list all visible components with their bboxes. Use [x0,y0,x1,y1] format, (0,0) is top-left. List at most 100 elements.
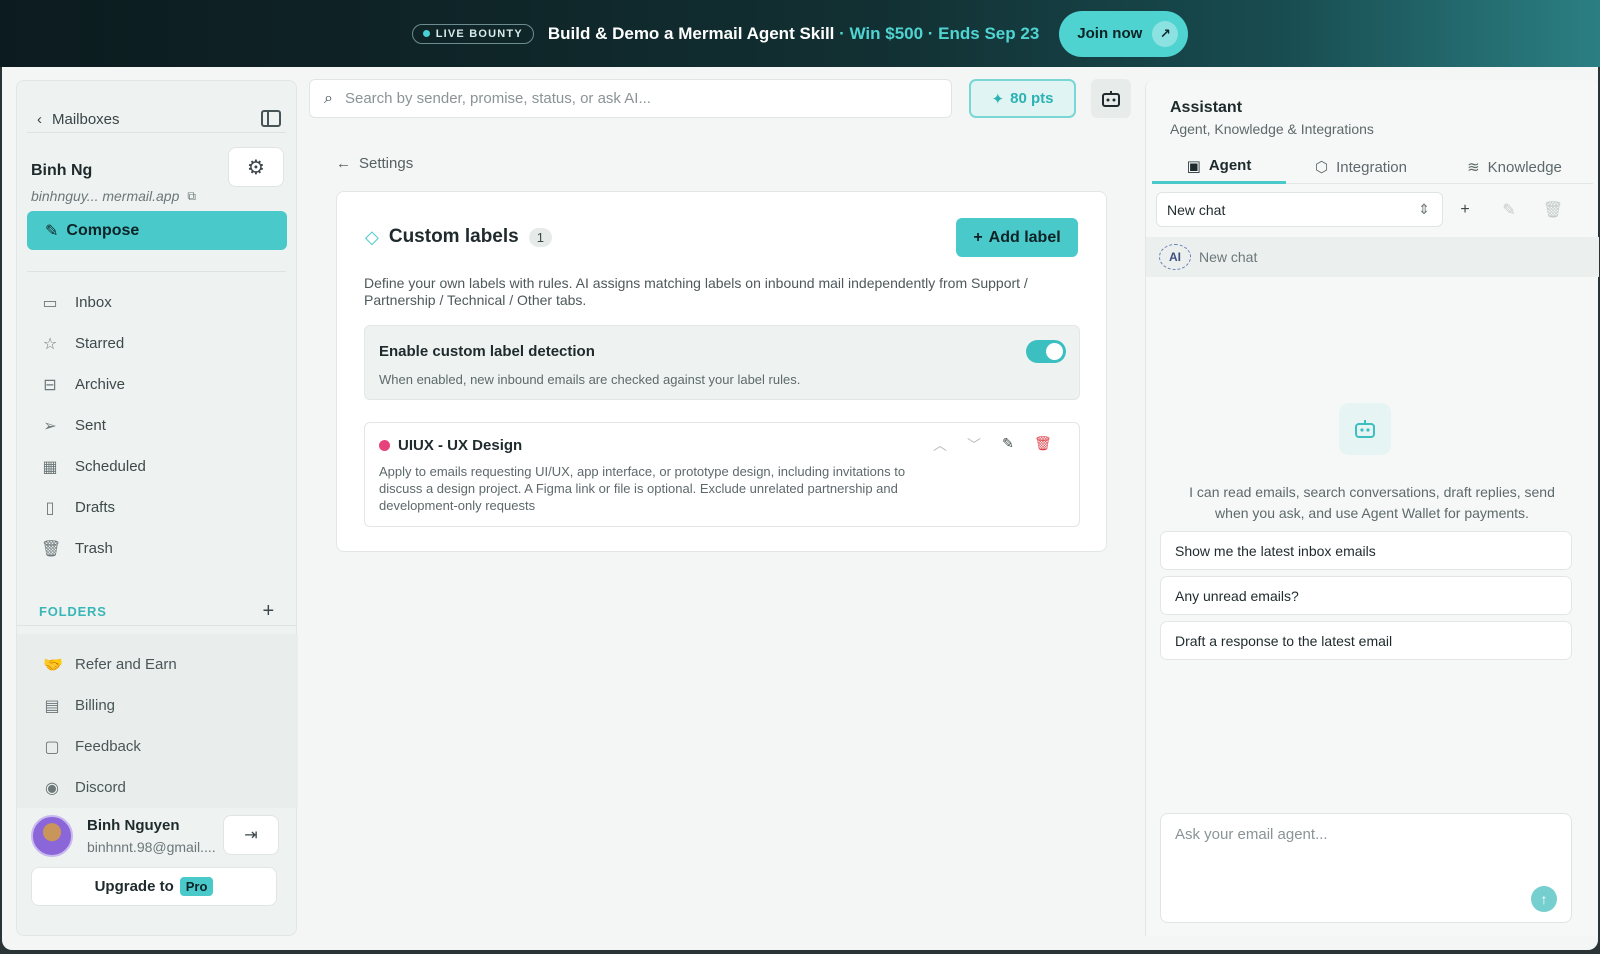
folders-label: FOLDERS [39,604,107,619]
sidebar-item-label: Sent [75,417,106,434]
banner-accent-text: · Win $500 · Ends Sep 23 [834,23,1040,43]
live-dot-icon [422,30,430,37]
suggestion-unread[interactable]: Any unread emails? [1160,576,1572,615]
sidebar-item-label: Discord [75,779,126,796]
assistant-robot-icon [1339,403,1391,455]
move-up-icon[interactable]: ︿ [932,435,948,455]
tab-agent[interactable]: ▣ Agent [1152,150,1286,184]
mailbox-user-email: binhnguy... mermail.app ⧉ [31,188,196,204]
live-bounty-badge: LIVE BOUNTY [411,23,534,44]
sidebar-item-archive[interactable]: ⊟ Archive [27,364,287,405]
app-window: ‹ Mailboxes Binh Ng binhnguy... mermail.… [2,67,1599,950]
sidebar-item-refer[interactable]: 🤝 Refer and Earn [17,644,298,685]
sidebar-item-trash[interactable]: 🗑 Trash [27,528,287,569]
robot-icon: ▣ [1186,157,1201,175]
join-now-button[interactable]: Join now ↗ [1059,10,1189,57]
archive-icon: ⊟ [43,376,57,394]
label-name: UIUX - UX Design [398,437,523,454]
back-settings-label: Settings [359,155,414,172]
sidebar-item-inbox[interactable]: ▭ Inbox [27,282,287,323]
new-chat-icon[interactable]: + [1443,201,1487,219]
profile-section: Binh Nguyen binhnnt.98@gmail.... ⇥ Upgra… [17,803,298,937]
banner-title-text: Build & Demo a Mermail Agent Skill [547,23,835,43]
sidebar-item-label: Inbox [75,294,112,311]
add-folder-icon[interactable]: + [263,600,275,623]
mailbox-user-name: Binh Ng [31,162,93,179]
tab-knowledge[interactable]: ≋ Knowledge [1436,150,1593,184]
tab-label: Knowledge [1487,158,1562,176]
trash-icon: 🗑 [41,540,62,558]
suggestion-draft-response[interactable]: Draft a response to the latest email [1160,621,1572,660]
feedback-icon: ▢ [44,738,60,756]
tag-icon: ◇ [365,226,379,247]
folders-header: FOLDERS + [39,600,275,623]
arrow-up-icon: ↑ [1540,891,1548,907]
sidebar-item-starred[interactable]: ☆ Starred [27,323,287,364]
assistant-toggle-button[interactable] [1091,79,1131,118]
banner-title: Build & Demo a Mermail Agent Skill · Win… [548,24,1039,44]
page-title: Custom labels [388,226,519,247]
chat-select[interactable]: New chat ⇕ [1156,192,1443,227]
chat-list-item[interactable]: AI New chat [1146,237,1599,277]
tab-integration[interactable]: ⬡ Integration [1286,150,1436,184]
settings-button[interactable]: ⚙ [228,147,284,187]
tab-label: Agent [1208,157,1252,174]
rename-chat-icon[interactable]: ✎ [1487,200,1531,220]
sidebar-item-discord[interactable]: ◉ Discord [17,767,298,808]
promo-banner: LIVE BOUNTY Build & Demo a Mermail Agent… [0,0,1600,67]
label-actions: ︿ ﹀ ✎ 🗑 [932,435,1052,455]
assistant-description: I can read emails, search conversations,… [1189,484,1555,521]
sidebar-item-label: Trash [75,540,113,557]
move-down-icon[interactable]: ﹀ [966,435,982,455]
assistant-tabs: ▣ Agent ⬡ Integration ≋ Knowledge [1152,150,1593,184]
upgrade-button[interactable]: Upgrade to Pro [31,867,277,906]
sidebar-item-drafts[interactable]: ▯ Drafts [27,487,287,528]
sidebar-item-sent[interactable]: ➢ Sent [27,405,287,446]
ai-badge: AI [1159,244,1191,270]
add-label-button[interactable]: + Add label [956,218,1078,257]
avatar[interactable] [31,815,73,857]
card-description: Define your own labels with rules. AI as… [364,275,1028,308]
delete-icon[interactable]: 🗑 [1034,435,1052,455]
gear-icon: ⚙ [247,156,265,179]
live-bounty-label: LIVE BOUNTY [435,27,523,40]
points-label: 80 pts [1010,90,1054,107]
back-to-settings-link[interactable]: ← Settings [336,155,413,172]
handshake-icon: 🤝 [43,656,63,674]
points-button[interactable]: ✦ 80 pts [969,79,1076,118]
sidebar-item-scheduled[interactable]: ▦ Scheduled [27,446,287,487]
robot-icon [1355,420,1375,438]
agent-chat-input[interactable]: Ask your email agent... ↑ [1160,813,1572,923]
upgrade-label: Upgrade to [94,878,174,895]
discord-icon: ◉ [45,779,59,797]
logout-button[interactable]: ⇥ [223,815,279,855]
copy-icon[interactable]: ⧉ [187,189,196,204]
send-button[interactable]: ↑ [1531,886,1557,912]
join-now-label: Join now [1077,25,1143,42]
plus-icon: + [973,228,983,246]
compose-button[interactable]: ✎ Compose [27,211,287,250]
sidebar-item-billing[interactable]: ▤ Billing [17,685,298,726]
divider [27,271,286,272]
mailboxes-label: Mailboxes [52,111,120,128]
mail-nav: ▭ Inbox ☆ Starred ⊟ Archive ➢ Sent ▦ Schedule… [27,282,287,569]
logout-icon: ⇥ [244,827,258,844]
edit-icon[interactable]: ✎ [1000,435,1016,455]
search-input[interactable]: ⌕ Search by sender, promise, status, or … [309,79,952,118]
profile-email: binhnnt.98@gmail.... [87,839,216,855]
add-label-text: Add label [988,228,1061,246]
chat-controls: New chat ⇕ + ✎ 🗑 [1156,192,1592,227]
delete-chat-icon[interactable]: 🗑 [1531,200,1575,220]
assistant-panel: Assistant Agent, Knowledge & Integration… [1145,80,1599,936]
mailboxes-back-link[interactable]: ‹ Mailboxes [37,111,120,128]
chat-input-placeholder: Ask your email agent... [1175,826,1328,843]
profile-name: Binh Nguyen [87,817,180,834]
detection-toggle-switch[interactable] [1026,340,1066,363]
suggestion-latest-inbox[interactable]: Show me the latest inbox emails [1160,531,1572,570]
toggle-description: When enabled, new inbound emails are che… [379,372,801,387]
sidebar-item-feedback[interactable]: ▢ Feedback [17,726,298,767]
toggle-title: Enable custom label detection [379,343,595,360]
send-icon: ➢ [43,417,57,435]
sidebar-item-label: Archive [75,376,126,393]
sidebar-toggle-icon[interactable] [261,110,281,127]
